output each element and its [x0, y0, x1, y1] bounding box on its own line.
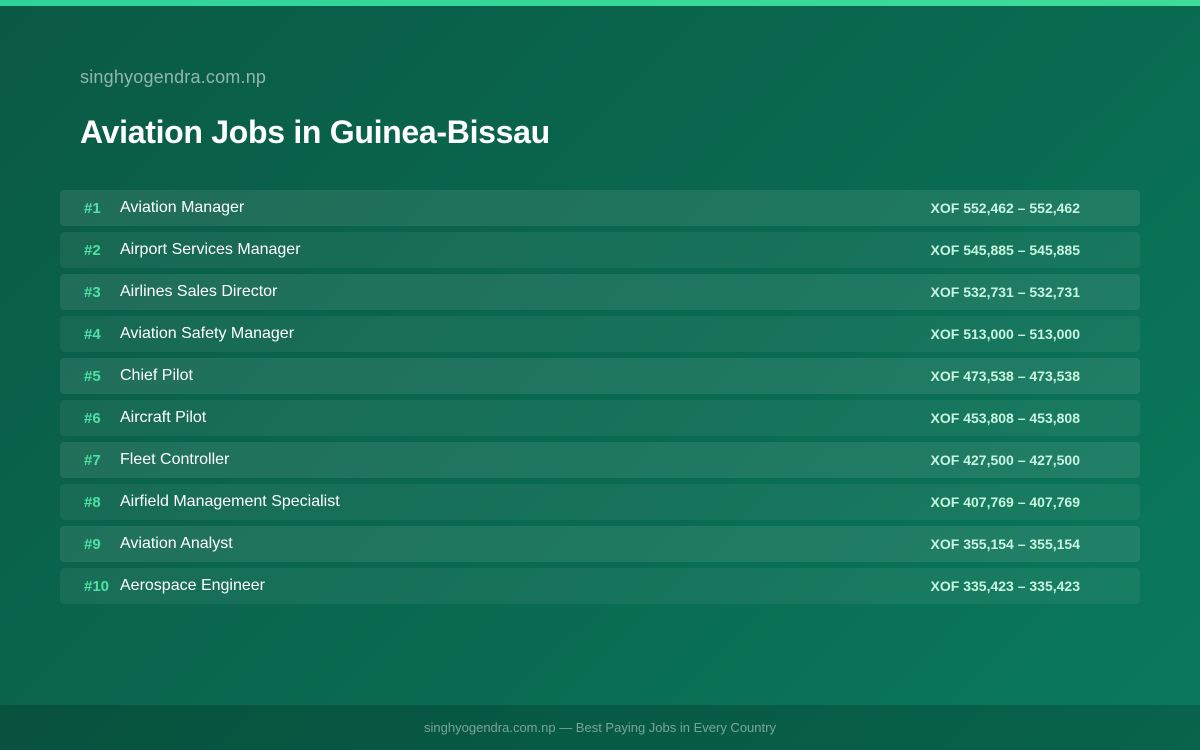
job-rank: #6	[84, 409, 101, 427]
job-row[interactable]: #1 Aviation Manager XOF 552,462 – 552,46…	[60, 190, 1140, 226]
job-rank: #8	[84, 493, 101, 511]
job-row[interactable]: #10 Aerospace Engineer XOF 335,423 – 335…	[60, 568, 1140, 604]
job-row[interactable]: #4 Aviation Safety Manager XOF 513,000 –…	[60, 316, 1140, 352]
site-name: singhyogendra.com.np	[80, 67, 267, 87]
job-rank: #3	[84, 283, 101, 301]
job-salary: XOF 532,731 – 532,731	[930, 284, 1080, 300]
job-row[interactable]: #3 Airlines Sales Director XOF 532,731 –…	[60, 274, 1140, 310]
job-salary: XOF 552,462 – 552,462	[930, 200, 1080, 216]
job-title: Airfield Management Specialist	[120, 493, 340, 510]
job-salary: XOF 545,885 – 545,885	[930, 242, 1080, 258]
job-salary: XOF 335,423 – 335,423	[930, 578, 1080, 594]
job-salary: XOF 453,808 – 453,808	[930, 410, 1080, 426]
job-salary: XOF 427,500 – 427,500	[930, 452, 1080, 468]
job-list: #1 Aviation Manager XOF 552,462 – 552,46…	[60, 190, 1140, 610]
job-title: Fleet Controller	[120, 451, 230, 468]
job-rank: #1	[84, 199, 101, 217]
job-title: Aviation Manager	[120, 199, 245, 216]
job-rank: #9	[84, 535, 101, 553]
job-title: Aerospace Engineer	[120, 577, 265, 594]
job-rank: #2	[84, 241, 101, 259]
job-title: Aircraft Pilot	[120, 409, 207, 426]
job-salary: XOF 513,000 – 513,000	[930, 326, 1080, 342]
job-row[interactable]: #7 Fleet Controller XOF 427,500 – 427,50…	[60, 442, 1140, 478]
job-salary: XOF 473,538 – 473,538	[930, 368, 1080, 384]
job-rank: #5	[84, 367, 101, 385]
job-salary: XOF 407,769 – 407,769	[930, 494, 1080, 510]
job-rank: #4	[84, 325, 101, 343]
job-row[interactable]: #9 Aviation Analyst XOF 355,154 – 355,15…	[60, 526, 1140, 562]
job-title: Airlines Sales Director	[120, 283, 278, 300]
job-salary: XOF 355,154 – 355,154	[930, 536, 1080, 552]
job-rank: #10	[84, 577, 110, 595]
job-row[interactable]: #5 Chief Pilot XOF 473,538 – 473,538	[60, 358, 1140, 394]
job-title: Aviation Analyst	[120, 535, 233, 552]
job-rank: #7	[84, 451, 101, 469]
top-accent-bar	[0, 0, 1200, 6]
job-row[interactable]: #8 Airfield Management Specialist XOF 40…	[60, 484, 1140, 520]
job-title: Airport Services Manager	[120, 241, 301, 258]
footer-text: singhyogendra.com.np — Best Paying Jobs …	[424, 720, 776, 735]
job-title: Aviation Safety Manager	[120, 325, 295, 342]
page-title: Aviation Jobs in Guinea-Bissau	[80, 114, 550, 150]
job-title: Chief Pilot	[120, 367, 193, 384]
job-row[interactable]: #2 Airport Services Manager XOF 545,885 …	[60, 232, 1140, 268]
job-row[interactable]: #6 Aircraft Pilot XOF 453,808 – 453,808	[60, 400, 1140, 436]
footer: singhyogendra.com.np — Best Paying Jobs …	[0, 705, 1200, 750]
